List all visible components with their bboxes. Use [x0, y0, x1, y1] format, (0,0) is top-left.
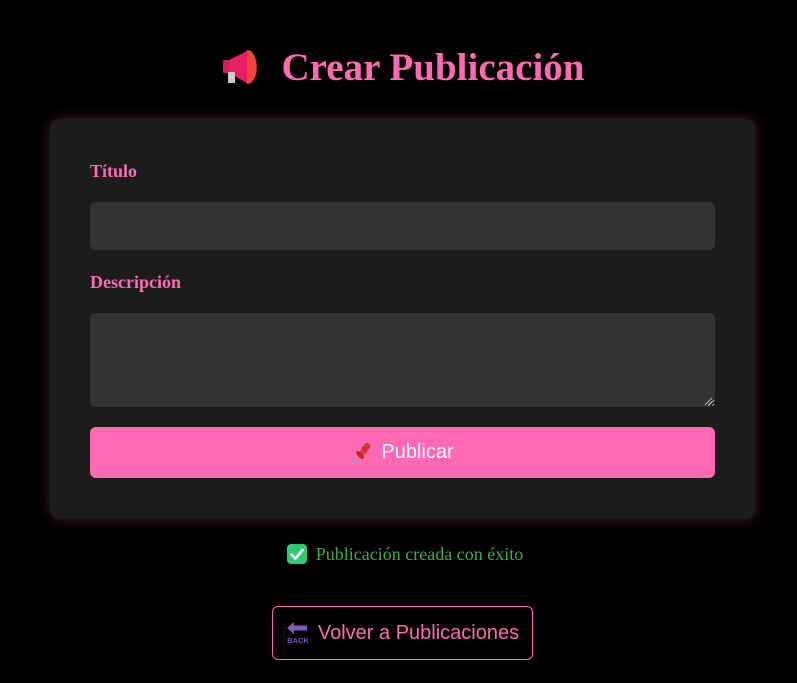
success-content: Publicación creada con éxito	[286, 544, 524, 564]
back-to-posts-button[interactable]: BACK Volver a Publicaciones	[272, 606, 533, 660]
title-label: Título	[90, 161, 138, 181]
publish-button[interactable]: Publicar	[90, 427, 715, 478]
resize-handle-icon[interactable]	[703, 396, 713, 406]
description-textarea[interactable]	[90, 313, 715, 407]
pushpin-icon	[352, 442, 371, 463]
megaphone-icon	[222, 50, 257, 84]
success-text: Publicación creada con éxito	[315, 544, 524, 564]
create-post-card: Título Descripción Publicar	[50, 119, 755, 519]
publish-button-label: Publicar	[381, 441, 454, 463]
description-label: Descripción	[90, 272, 181, 292]
page-title: Crear Publicación	[281, 45, 585, 89]
back-button-label: Volver a Publicaciones	[317, 621, 520, 644]
back-arrow-icon: BACK	[286, 622, 309, 645]
header-content: Crear Publicación	[222, 45, 585, 89]
check-icon	[286, 544, 307, 564]
success-message: Publicación creada con éxito	[0, 543, 797, 565]
svg-text:BACK: BACK	[287, 636, 309, 645]
title-input[interactable]	[90, 202, 715, 250]
page-header: Crear Publicación	[0, 42, 797, 92]
